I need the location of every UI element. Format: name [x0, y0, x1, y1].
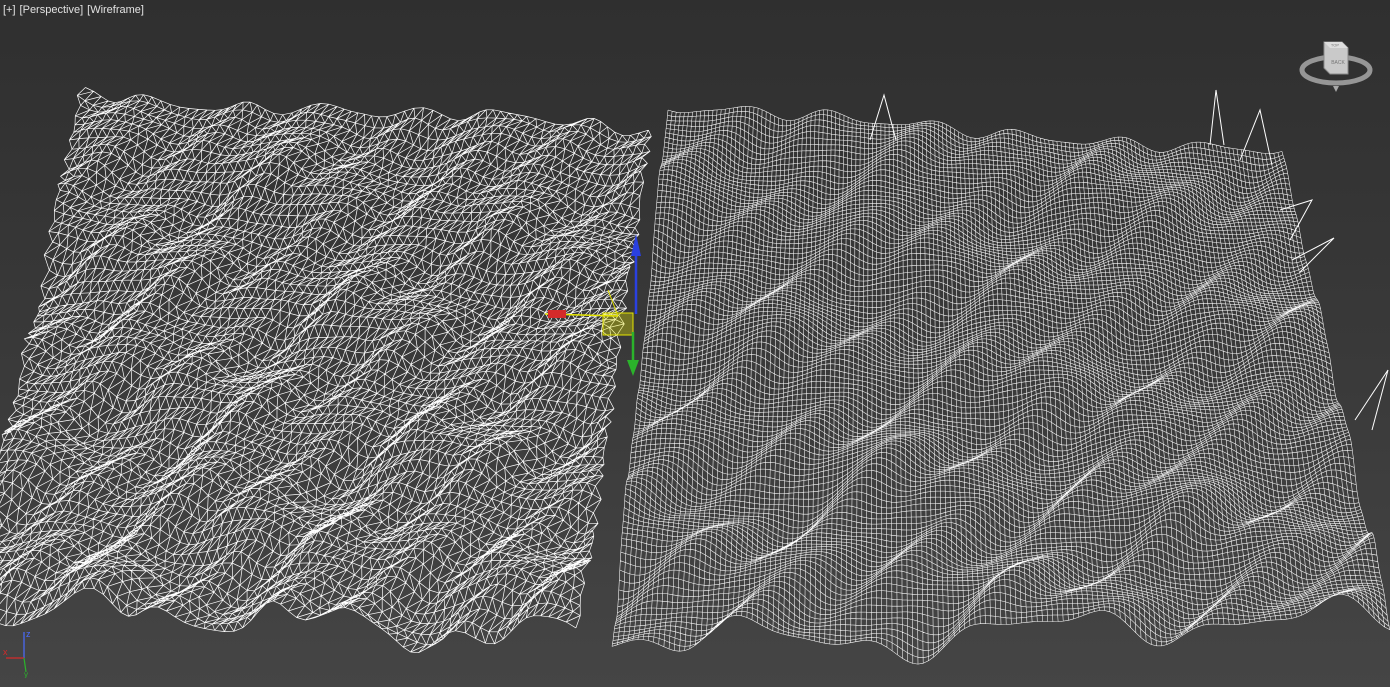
axis-y-label: y — [24, 670, 28, 678]
spike-line — [869, 93, 897, 141]
axis-z-label: z — [26, 629, 31, 639]
spike-line — [1354, 369, 1389, 431]
gizmo-z-arrow-icon[interactable] — [631, 234, 641, 256]
world-axis-tripod: z x y — [3, 629, 31, 678]
viewcube-top-label[interactable]: TOP — [1331, 43, 1339, 48]
viewport-label-menu: [+] [Perspective] [Wireframe] — [3, 4, 144, 16]
viewport-plus-menu[interactable]: [+] — [3, 4, 16, 16]
spike-line — [1239, 108, 1273, 166]
viewcube-compass-pointer-icon[interactable] — [1333, 86, 1339, 92]
triangulated-terrain-mesh[interactable] — [0, 87, 652, 654]
terrain-right-wires — [611, 106, 1390, 665]
viewcube-widget[interactable]: TOP BACK — [1298, 30, 1378, 100]
viewcube-front-label[interactable]: BACK — [1331, 60, 1345, 66]
spike-line — [1209, 89, 1225, 146]
viewport-shading-menu[interactable]: [Wireframe] — [87, 4, 144, 16]
grid-terrain-mesh[interactable] — [611, 106, 1390, 665]
terrain-left-wires — [0, 87, 652, 654]
gizmo-y-arrow-icon[interactable] — [627, 360, 639, 376]
axis-x-label: x — [3, 647, 8, 657]
spike-line — [1291, 237, 1335, 273]
viewport-view-menu[interactable]: [Perspective] — [20, 4, 84, 16]
gizmo-x-handle[interactable] — [548, 310, 566, 318]
perspective-viewport[interactable]: [+] [Perspective] [Wireframe] TOP BACK z… — [0, 0, 1390, 687]
wireframe-scene[interactable] — [0, 0, 1390, 687]
gizmo-xy-plane-handle[interactable] — [602, 312, 634, 336]
